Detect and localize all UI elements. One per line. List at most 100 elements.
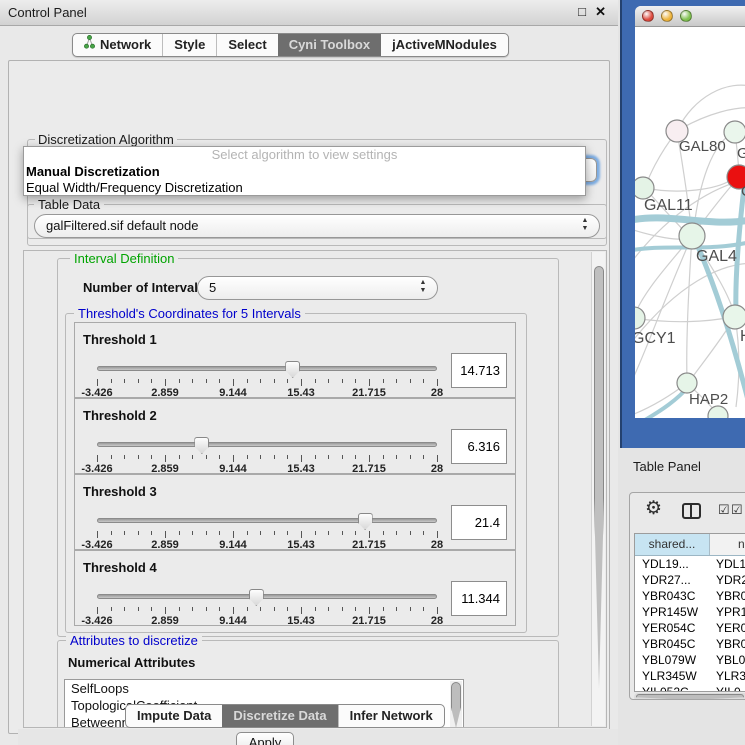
cell-shared-name[interactable]: YER054C xyxy=(635,620,710,636)
column-split-icon[interactable] xyxy=(682,503,701,519)
network-canvas[interactable]: GAL80GCGAL11GAL4GCY1HHAP2 xyxy=(635,27,745,418)
table-row[interactable]: YER054CYER0 xyxy=(635,620,745,636)
table-row[interactable]: YBL079WYBL0 xyxy=(635,652,745,668)
threshold-slider[interactable]: -3.4262.8599.14415.4321.71528 xyxy=(97,513,437,547)
table-data-selected-value: galFiltered.sif default node xyxy=(46,218,198,233)
checkbox-icon[interactable]: ☑ xyxy=(718,502,730,518)
top-right-node[interactable] xyxy=(724,121,745,143)
table-row[interactable]: YBR043CYBR0 xyxy=(635,588,745,604)
table-row[interactable]: YIL052CYIL0 xyxy=(635,684,745,692)
number-of-intervals-combobox[interactable]: 5 ▲▼ xyxy=(197,276,438,300)
cell-name[interactable]: YBR0 xyxy=(710,636,745,652)
column-header-name[interactable]: na xyxy=(710,534,745,555)
tick-mark xyxy=(369,607,370,614)
settings-vertical-scrollbar[interactable] xyxy=(591,252,605,726)
table-horizontal-scrollbar[interactable] xyxy=(634,693,745,700)
slider-track[interactable] xyxy=(97,594,437,599)
gal11-node[interactable] xyxy=(635,177,654,199)
attributes-list-scrollbar[interactable] xyxy=(450,681,462,728)
tab-impute-data[interactable]: Impute Data xyxy=(126,705,222,727)
table-row[interactable]: YLR345WYLR3 xyxy=(635,668,745,684)
tick-mark xyxy=(124,379,125,383)
threshold-value-box[interactable]: 14.713 xyxy=(451,353,507,388)
threshold-label: Threshold 4 xyxy=(83,560,157,575)
cell-name[interactable]: YDR2 xyxy=(710,572,745,588)
table-data-combobox[interactable]: galFiltered.sif default node ▲▼ xyxy=(34,214,600,238)
cell-name[interactable]: YLR3 xyxy=(710,668,745,684)
number-of-intervals-value: 5 xyxy=(209,280,216,295)
mac-close-button[interactable] xyxy=(642,10,654,22)
float-window-icon[interactable]: □ xyxy=(578,4,586,19)
control-panel: Control Panel □ ✕ Network Style xyxy=(0,0,618,745)
table-row[interactable]: YDL19...YDL1 xyxy=(635,556,745,572)
mac-minimize-button[interactable] xyxy=(661,10,673,22)
cell-shared-name[interactable]: YDL19... xyxy=(635,556,710,572)
tick-mark xyxy=(206,379,207,383)
cell-name[interactable]: YPR1 xyxy=(710,604,745,620)
cell-shared-name[interactable]: YBR043C xyxy=(635,588,710,604)
tab-jactivemnodules[interactable]: jActiveMNodules xyxy=(381,34,508,56)
slider-thumb[interactable] xyxy=(358,513,373,530)
cell-name[interactable]: YER0 xyxy=(710,620,745,636)
threshold-slider[interactable]: -3.4262.8599.14415.4321.71528 xyxy=(97,589,437,623)
threshold-value-box[interactable]: 21.4 xyxy=(451,505,507,540)
slider-thumb[interactable] xyxy=(285,361,300,378)
tab-select[interactable]: Select xyxy=(216,34,277,56)
algorithm-option-equal-width[interactable]: Equal Width/Frequency Discretization xyxy=(24,180,585,196)
algorithm-option-manual[interactable]: Manual Discretization xyxy=(24,164,585,180)
tab-network[interactable]: Network xyxy=(73,34,162,56)
scrollbar-thumb[interactable] xyxy=(451,682,461,728)
attribute-list-item[interactable]: SelfLoops xyxy=(65,680,463,697)
table-row[interactable]: YDR27...YDR2 xyxy=(635,572,745,588)
threshold-panel: Threshold 2 -3.4262.8599.14415.4321.7152… xyxy=(74,398,516,474)
slider-track[interactable] xyxy=(97,366,437,371)
mac-zoom-button[interactable] xyxy=(680,10,692,22)
cell-shared-name[interactable]: YDR27... xyxy=(635,572,710,588)
gal4-node[interactable] xyxy=(679,223,705,249)
tick-mark xyxy=(206,531,207,535)
apply-button[interactable]: Apply xyxy=(236,732,294,745)
gcy1-node[interactable] xyxy=(635,307,645,329)
cell-shared-name[interactable]: YIL052C xyxy=(635,684,710,692)
slider-track[interactable] xyxy=(97,518,437,523)
tab-infer-network[interactable]: Infer Network xyxy=(338,705,444,727)
column-header-shared-name[interactable]: shared... xyxy=(635,534,710,555)
cell-shared-name[interactable]: YBL079W xyxy=(635,652,710,668)
network-window-titlebar xyxy=(635,6,745,27)
network-edge[interactable] xyxy=(687,236,692,379)
checkbox-icon[interactable]: ☑ xyxy=(731,502,743,518)
cell-name[interactable]: YIL0 xyxy=(710,684,745,692)
tab-discretize-data[interactable]: Discretize Data xyxy=(222,705,337,727)
threshold-value-box[interactable]: 6.316 xyxy=(451,429,507,464)
tick-mark xyxy=(437,455,438,462)
cell-name[interactable]: YDL1 xyxy=(710,556,745,572)
cell-shared-name[interactable]: YBR045C xyxy=(635,636,710,652)
close-panel-icon[interactable]: ✕ xyxy=(595,4,606,20)
cell-name[interactable]: YBL0 xyxy=(710,652,745,668)
threshold-value-box[interactable]: 11.344 xyxy=(451,581,507,616)
gear-icon[interactable]: ⚙ xyxy=(645,497,662,520)
slider-track[interactable] xyxy=(97,442,437,447)
table-row[interactable]: YPR145WYPR1 xyxy=(635,604,745,620)
application-root: Control Panel □ ✕ Network Style xyxy=(0,0,745,745)
slider-thumb[interactable] xyxy=(249,589,264,606)
tick-mark xyxy=(274,607,275,611)
hap2-node[interactable] xyxy=(677,373,697,393)
slider-thumb[interactable] xyxy=(194,437,209,454)
cell-shared-name[interactable]: YPR145W xyxy=(635,604,710,620)
tick-mark xyxy=(287,455,288,459)
number-of-intervals-label: Number of Intervals xyxy=(83,280,205,295)
threshold-slider[interactable]: -3.4262.8599.14415.4321.71528 xyxy=(97,361,437,395)
cell-shared-name[interactable]: YLR345W xyxy=(635,668,710,684)
node-label: HAP2 xyxy=(689,391,728,408)
tab-cyni-toolbox[interactable]: Cyni Toolbox xyxy=(278,34,381,56)
network-edge-thick[interactable] xyxy=(635,218,745,222)
cell-name[interactable]: YBR0 xyxy=(710,588,745,604)
table-row[interactable]: YBR045CYBR0 xyxy=(635,636,745,652)
tick-mark xyxy=(138,531,139,535)
scrollbar-thumb[interactable] xyxy=(594,266,604,688)
scrollbar-thumb[interactable] xyxy=(636,694,744,700)
right-node[interactable] xyxy=(723,305,745,329)
tab-style[interactable]: Style xyxy=(162,34,216,56)
threshold-slider[interactable]: -3.4262.8599.14415.4321.71528 xyxy=(97,437,437,471)
